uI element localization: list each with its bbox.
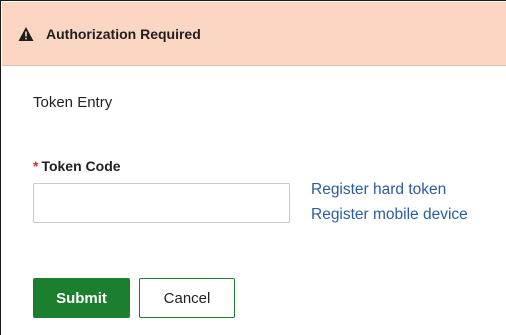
register-hard-token-link[interactable]: Register hard token — [311, 177, 468, 202]
token-code-label: * Token Code — [33, 158, 121, 174]
authorization-dialog: Authorization Required Token Entry * Toke… — [0, 0, 506, 335]
registration-links: Register hard token Register mobile devi… — [311, 177, 468, 227]
warning-icon — [18, 26, 34, 42]
alert-title: Authorization Required — [46, 25, 201, 42]
submit-button[interactable]: Submit — [33, 278, 130, 318]
section-title: Token Entry — [33, 94, 113, 111]
alert-header: Authorization Required — [2, 2, 506, 66]
required-marker: * — [33, 158, 39, 174]
register-mobile-device-link[interactable]: Register mobile device — [311, 202, 468, 227]
token-code-input[interactable] — [33, 183, 290, 223]
token-code-label-text: Token Code — [41, 158, 121, 174]
cancel-button[interactable]: Cancel — [139, 278, 235, 318]
